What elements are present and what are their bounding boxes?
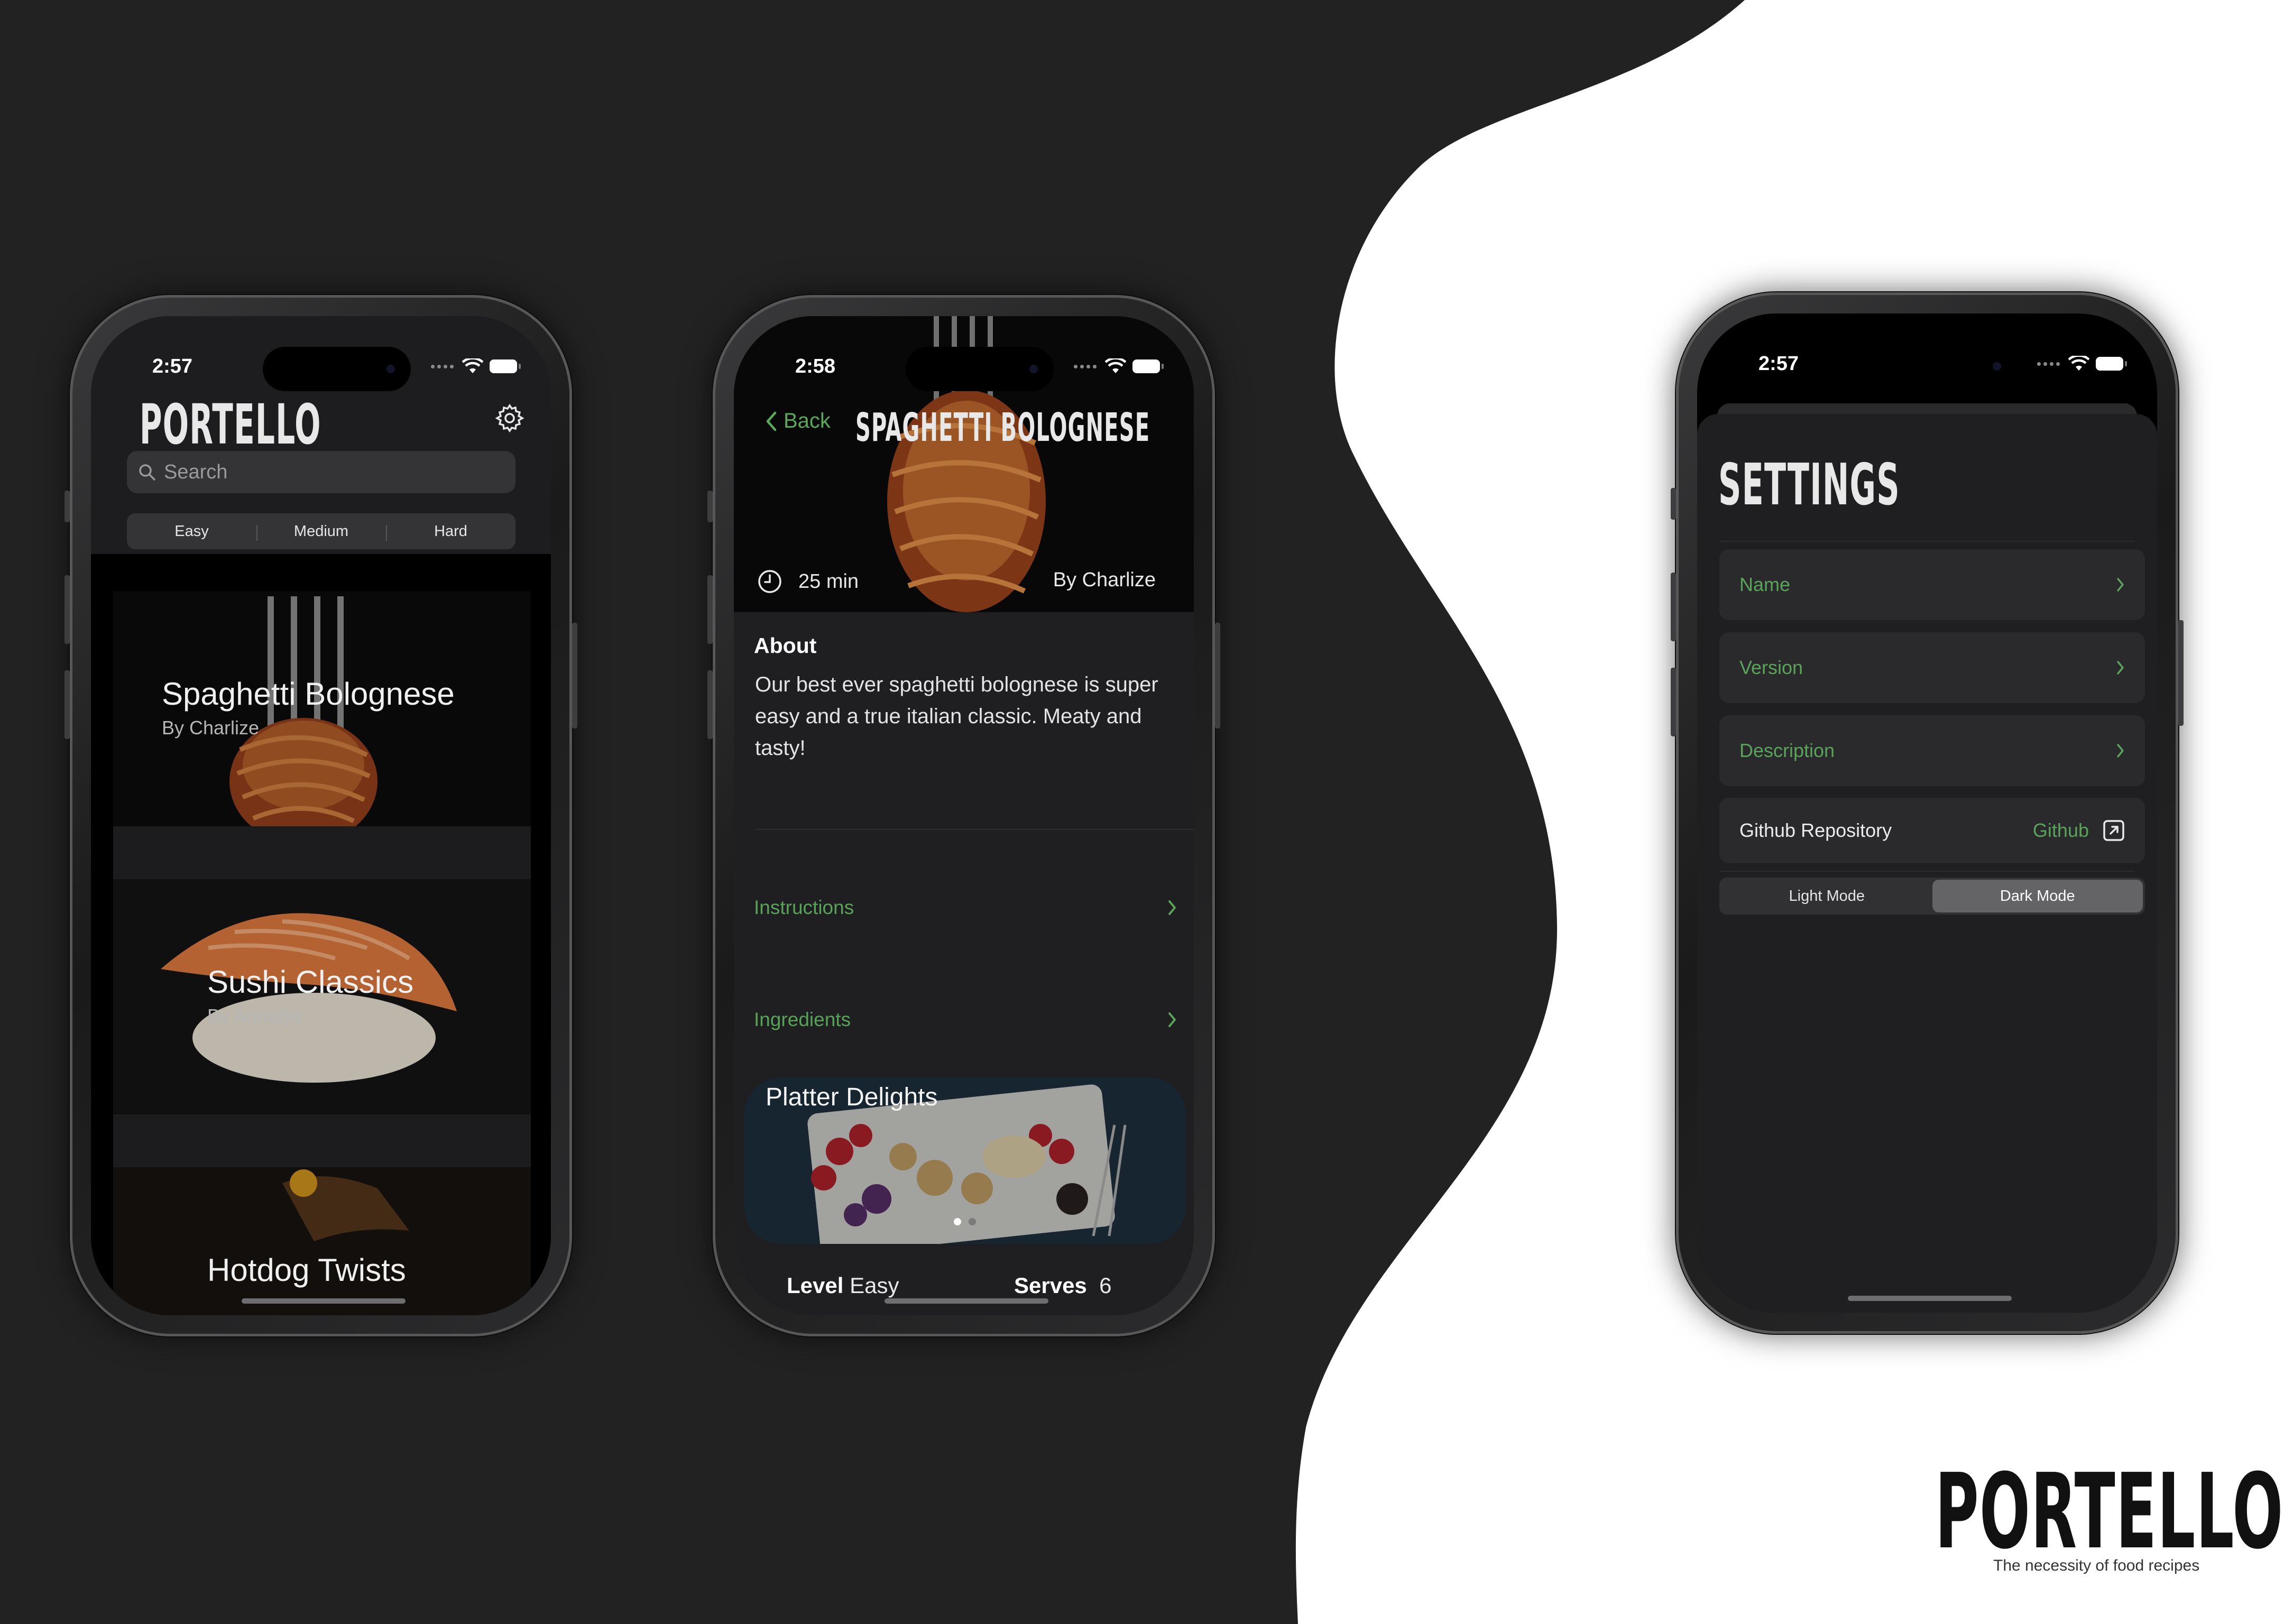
status-time: 2:58 [795, 355, 836, 377]
detail-screen: 2:58 Back Spaghetti Bolognese [734, 316, 1194, 1315]
recipe-title: Hotdog Twists [207, 1252, 406, 1288]
carousel-title: Platter Delights [766, 1083, 938, 1111]
hotdog-image [113, 1167, 531, 1315]
home-screen: 2:57 Portello Search Easy Medium [91, 316, 551, 1315]
ingredients-link[interactable]: Ingredients [754, 1009, 1177, 1031]
light-mode-option[interactable]: Light Mode [1721, 880, 1932, 912]
about-text: Our best ever spaghetti bolognese is sup… [755, 673, 1158, 760]
instructions-label: Instructions [754, 897, 854, 918]
about-heading: About [754, 633, 817, 658]
filter-medium[interactable]: Medium [256, 523, 386, 541]
level-value: Easy [850, 1273, 899, 1298]
divider [755, 829, 1194, 830]
clock-icon [758, 570, 781, 593]
card-separator [113, 1114, 531, 1167]
home-indicator[interactable] [1848, 1296, 2012, 1301]
settings-title: Settings [1718, 452, 1900, 518]
filter-easy[interactable]: Easy [127, 523, 256, 540]
status-bar: 2:58 [734, 316, 1194, 401]
serves-value: 6 [1099, 1273, 1112, 1298]
related-carousel[interactable]: Platter Delights [744, 1077, 1186, 1244]
recipe-list: Spaghetti Bolognese By Charlize Sushi Cl… [91, 554, 551, 1315]
battery-icon [1132, 359, 1164, 373]
settings-row-description[interactable]: Description [1719, 715, 2145, 786]
recipe-author: By Charlize [162, 717, 260, 739]
settings-sheet: Settings Name Version Description Github… [1697, 414, 2157, 1313]
level-label: Level [787, 1273, 844, 1298]
gear-icon[interactable] [494, 402, 526, 434]
difficulty-filter: Easy Medium Hard [127, 513, 515, 549]
dark-mode-option[interactable]: Dark Mode [1932, 880, 2143, 912]
duration-value: 25 min [798, 570, 859, 593]
status-time: 2:57 [1758, 353, 1799, 375]
appearance-toggle: Light Mode Dark Mode [1719, 878, 2145, 915]
serves-label: Serves [1014, 1273, 1087, 1298]
recipe-title: Spaghetti Bolognese [855, 405, 1150, 450]
row-label: Description [1739, 740, 1835, 761]
search-icon [139, 464, 155, 481]
settings-row-name[interactable]: Name [1719, 549, 2145, 620]
battery-icon [490, 359, 521, 373]
wifi-icon [1105, 358, 1126, 373]
divider [1719, 541, 2134, 542]
settings-row-github[interactable]: Github Repository Github [1719, 798, 2145, 863]
recipe-card-sushi[interactable]: Sushi Classics By Annatjie [113, 879, 531, 1114]
wifi-icon [462, 358, 483, 373]
github-link[interactable]: Github [2033, 819, 2089, 842]
phone-home: 2:57 Portello Search Easy Medium [65, 295, 577, 1336]
signal-icon [431, 364, 454, 368]
search-placeholder: Search [164, 460, 228, 483]
recipe-card-hotdog[interactable]: Hotdog Twists [113, 1167, 531, 1315]
duration: 25 min [757, 569, 859, 594]
app-title: Portello [140, 392, 321, 457]
status-bar: 2:57 [91, 316, 551, 401]
row-label: Name [1739, 574, 1791, 595]
signal-icon [2037, 362, 2060, 366]
recipe-title: Spaghetti Bolognese [162, 676, 455, 712]
external-link-icon [2103, 820, 2124, 841]
recipe-author: By Annatjie [207, 1005, 303, 1027]
divider [1719, 871, 2134, 872]
home-indicator[interactable] [242, 1298, 406, 1304]
filter-hard[interactable]: Hard [386, 523, 515, 541]
settings-screen: 2:57 Settings Name Version Description [1697, 313, 2157, 1313]
back-label: Back [784, 409, 831, 432]
status-time: 2:57 [152, 355, 193, 377]
recipe-author: By Charlize [1053, 569, 1156, 591]
signal-icon [1074, 364, 1097, 368]
level-info: Level Easy [787, 1273, 899, 1298]
phone-detail: 2:58 Back Spaghetti Bolognese [707, 295, 1220, 1336]
chevron-right-icon [1168, 900, 1176, 915]
chevron-right-icon [1168, 1012, 1176, 1027]
repo-label: Github Repository [1739, 819, 1892, 841]
wifi-icon [2068, 356, 2089, 371]
back-button[interactable]: Back [766, 409, 831, 433]
search-input[interactable]: Search [127, 451, 515, 493]
carousel-pager[interactable] [954, 1218, 976, 1225]
home-indicator[interactable] [885, 1298, 1048, 1304]
row-label: Version [1739, 657, 1803, 678]
brand-logo: Portello [1935, 1452, 2284, 1572]
chevron-right-icon [2117, 744, 2124, 758]
instructions-link[interactable]: Instructions [754, 897, 1177, 919]
phone-settings: 2:57 Settings Name Version Description [1671, 292, 2184, 1334]
recipe-title: Sushi Classics [207, 964, 414, 1000]
chevron-right-icon [2117, 578, 2124, 592]
status-bar: 2:57 [1697, 313, 2157, 398]
chevron-left-icon [766, 411, 777, 431]
battery-icon [2096, 357, 2127, 371]
chevron-right-icon [2117, 661, 2124, 675]
recipe-card-spaghetti[interactable]: Spaghetti Bolognese By Charlize [113, 591, 531, 826]
brand-tagline: The necessity of food recipes [1993, 1557, 2200, 1574]
ingredients-label: Ingredients [754, 1009, 851, 1030]
serves-info: Serves 6 [1014, 1273, 1112, 1298]
settings-row-version[interactable]: Version [1719, 632, 2145, 703]
card-separator [113, 826, 531, 879]
